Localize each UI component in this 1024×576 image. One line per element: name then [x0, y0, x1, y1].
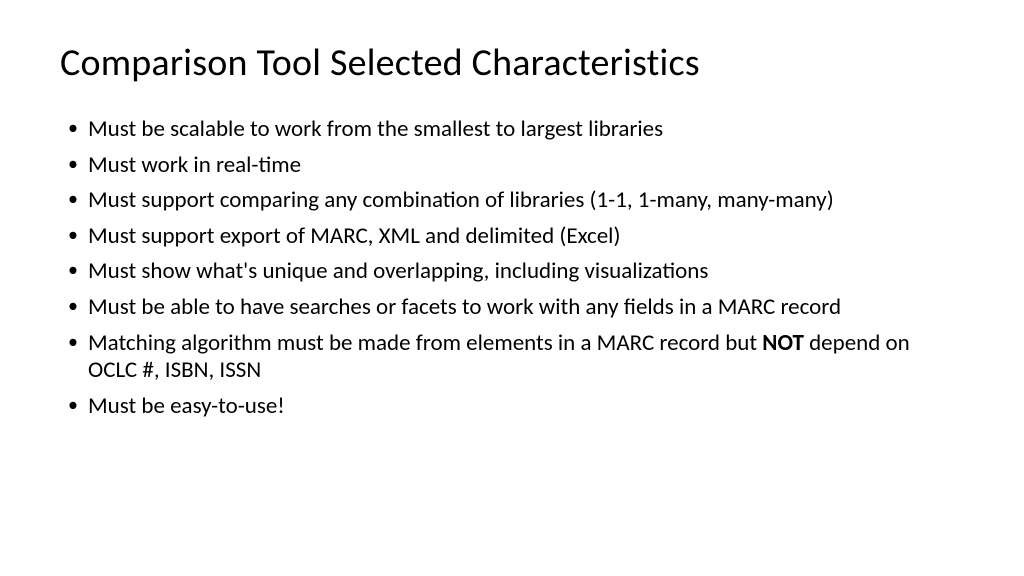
bullet-list: Must be scalable to work from the smalle…	[60, 116, 964, 420]
list-item: Matching algorithm must be made from ele…	[60, 330, 964, 385]
list-item: Must show what's unique and overlapping,…	[60, 258, 964, 286]
bullet-text-bold: NOT	[762, 329, 804, 357]
bullet-text-prefix: Matching algorithm must be made from ele…	[88, 329, 762, 357]
list-item: Must support export of MARC, XML and del…	[60, 223, 964, 251]
list-item: Must support comparing any combination o…	[60, 187, 964, 215]
list-item: Must be scalable to work from the smalle…	[60, 116, 964, 144]
list-item: Must be able to have searches or facets …	[60, 294, 964, 322]
list-item: Must work in real-time	[60, 152, 964, 180]
list-item: Must be easy-to-use!	[60, 393, 964, 421]
slide-title: Comparison Tool Selected Characteristics	[60, 40, 964, 86]
